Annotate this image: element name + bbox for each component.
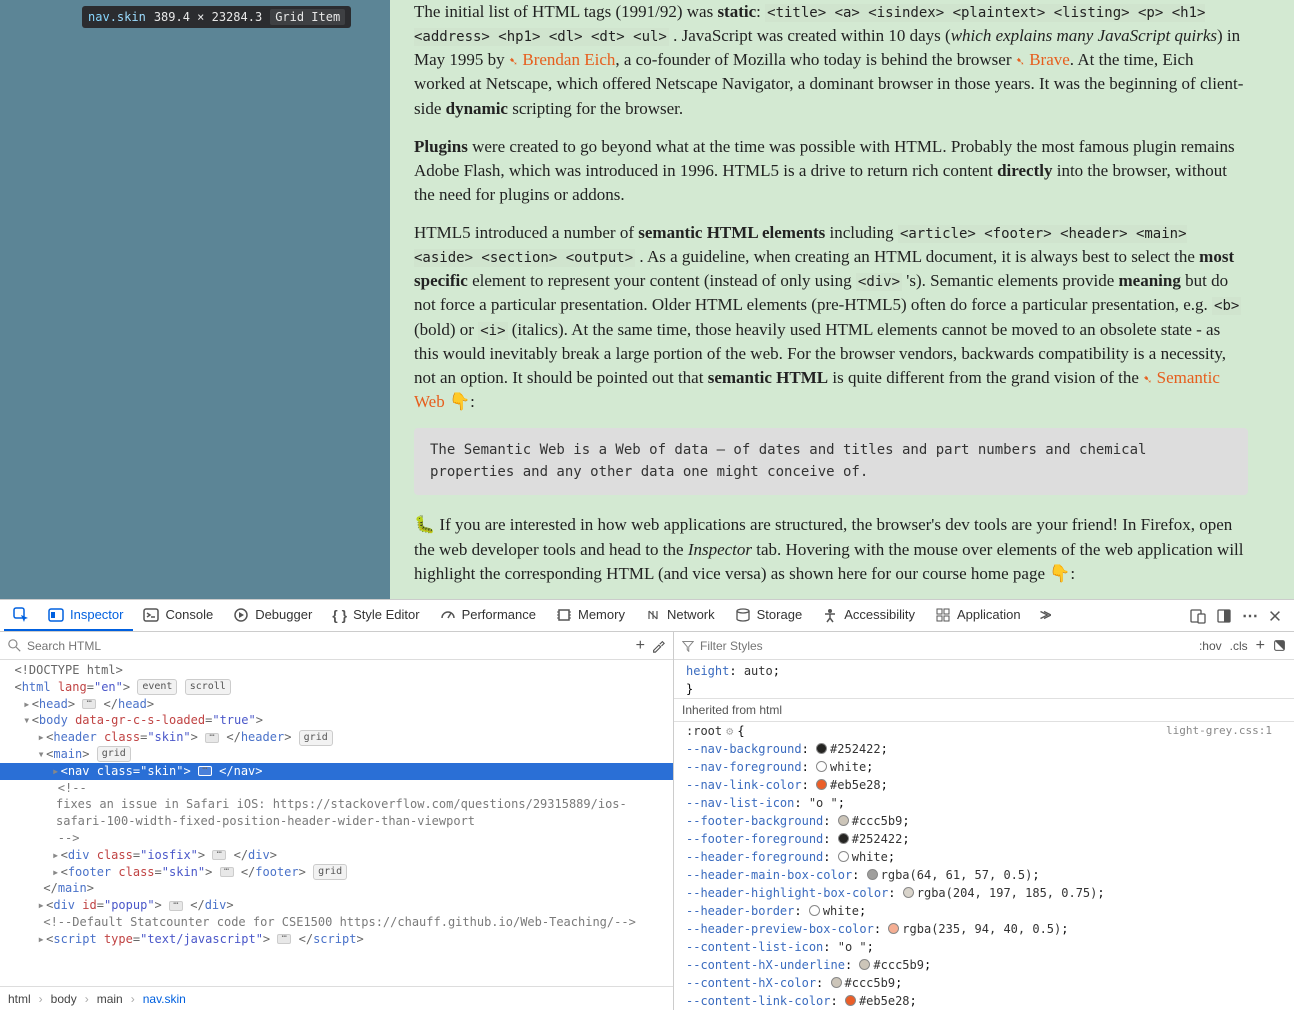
- filter-icon: [682, 640, 694, 652]
- cls-toggle[interactable]: .cls: [1230, 639, 1248, 653]
- inherited-section: Inherited from html: [674, 698, 1294, 722]
- link-brave[interactable]: Brave: [1029, 50, 1070, 69]
- html-search-bar: +: [0, 632, 673, 660]
- link-brendan-eich[interactable]: Brendan Eich: [522, 50, 615, 69]
- tab-console[interactable]: Console: [133, 600, 223, 631]
- tab-storage[interactable]: Storage: [725, 600, 813, 631]
- tab-style-editor[interactable]: { } Style Editor: [322, 600, 429, 631]
- blockquote: The Semantic Web is a Web of data — of d…: [414, 428, 1248, 495]
- tab-application[interactable]: Application: [925, 600, 1031, 631]
- dom-tree-selected-row: ▸<nav class="skin"> </nav>: [0, 763, 673, 780]
- article-paragraph: HTML5 introduced a number of semantic HT…: [414, 221, 1248, 414]
- browser-viewport: nav.skin 389.4 × 23284.3 Grid Item The i…: [0, 0, 1294, 599]
- tab-memory[interactable]: Memory: [546, 600, 635, 631]
- page-article: The initial list of HTML tags (1991/92) …: [390, 0, 1294, 599]
- add-rule-button[interactable]: +: [1256, 637, 1265, 655]
- more-button[interactable]: ⋯: [1242, 606, 1258, 626]
- element-picker-button[interactable]: [4, 600, 38, 631]
- tab-debugger[interactable]: Debugger: [223, 600, 322, 631]
- tab-performance[interactable]: Performance: [430, 600, 546, 631]
- css-rules-pane[interactable]: height: auto;}Inherited from html:root ⚙…: [674, 660, 1294, 1010]
- html-search-input[interactable]: [27, 639, 630, 653]
- breadcrumb[interactable]: html› body› main› nav.skin: [0, 986, 673, 1010]
- page-sidebar-area: nav.skin 389.4 × 23284.3 Grid Item: [0, 0, 390, 599]
- article-paragraph: The initial list of HTML tags (1991/92) …: [414, 0, 1248, 121]
- tab-inspector[interactable]: Inspector: [38, 600, 133, 631]
- dom-tree[interactable]: <!DOCTYPE html> <html lang="en"> event s…: [0, 660, 673, 986]
- responsive-mode-button[interactable]: [1190, 608, 1206, 624]
- devtools-tabbar: Inspector Console Debugger { } Style Edi…: [0, 600, 1294, 632]
- hov-toggle[interactable]: :hov: [1199, 639, 1222, 653]
- add-node-button[interactable]: +: [636, 637, 645, 655]
- styles-filter-input[interactable]: [700, 639, 1193, 653]
- light-dark-button[interactable]: [1273, 639, 1286, 652]
- devtools-panel: Inspector Console Debugger { } Style Edi…: [0, 599, 1294, 1010]
- article-paragraph: 🐛 If you are interested in how web appli…: [414, 513, 1248, 585]
- element-hover-tooltip: nav.skin 389.4 × 23284.3 Grid Item: [82, 6, 351, 28]
- tab-network[interactable]: Network: [635, 600, 725, 631]
- article-paragraph: Plugins were created to go beyond what a…: [414, 135, 1248, 207]
- dock-mode-button[interactable]: [1216, 608, 1232, 624]
- close-button[interactable]: [1268, 609, 1282, 623]
- tab-accessibility[interactable]: Accessibility: [812, 600, 925, 631]
- tabs-overflow-button[interactable]: [1031, 600, 1057, 631]
- eyedropper-button[interactable]: [651, 639, 665, 653]
- search-icon: [8, 639, 21, 652]
